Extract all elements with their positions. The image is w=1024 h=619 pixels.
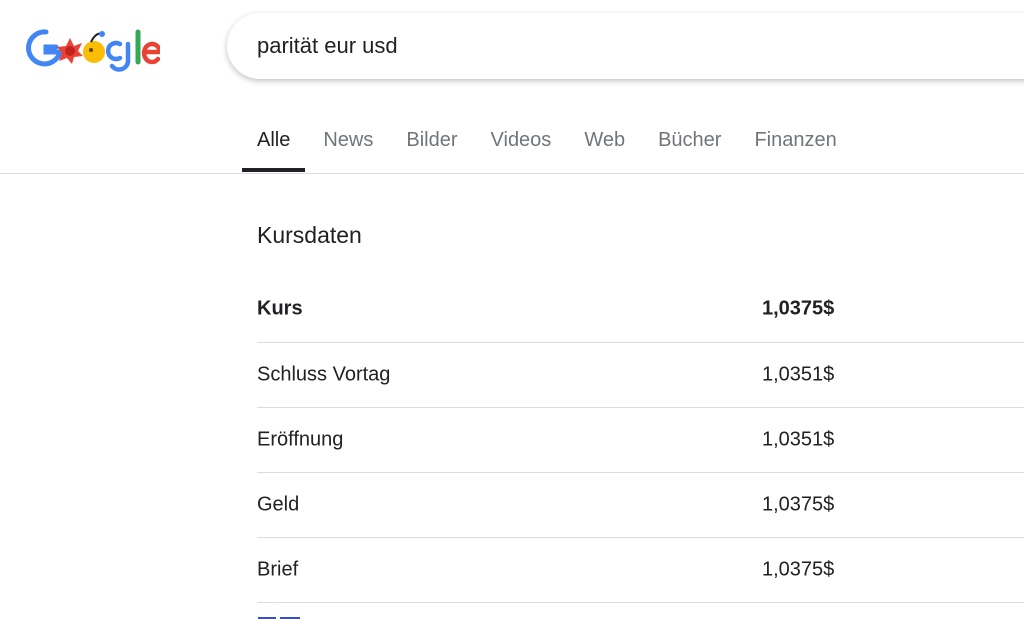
google-doodle-icon bbox=[26, 29, 163, 72]
search-box[interactable] bbox=[227, 13, 1024, 79]
rate-label: Geld bbox=[257, 493, 300, 516]
kursdaten-title: Kursdaten bbox=[257, 222, 362, 248]
tab-bilder[interactable]: Bilder bbox=[391, 112, 472, 172]
rate-label: Schluss Vortag bbox=[257, 363, 391, 386]
source-logo-icon bbox=[258, 612, 302, 619]
rate-value: 1,0351$ bbox=[762, 363, 835, 386]
rate-row-brief: Brief 1,0375$ bbox=[257, 538, 1024, 603]
rate-label: Eröffnung bbox=[257, 428, 344, 451]
rate-row-geld: Geld 1,0375$ bbox=[257, 473, 1024, 538]
rate-row-eroeffnung: Eröffnung 1,0351$ bbox=[257, 408, 1024, 473]
tab-news[interactable]: News bbox=[308, 112, 388, 172]
rate-row-kurs: Kurs 1,0375$ bbox=[257, 275, 1024, 343]
tab-buecher[interactable]: Bücher bbox=[643, 112, 736, 172]
tab-alle[interactable]: Alle bbox=[242, 112, 306, 172]
tabs-divider bbox=[0, 173, 1024, 174]
rate-value: 1,0375$ bbox=[762, 297, 835, 319]
rate-value: 1,0375$ bbox=[762, 558, 835, 581]
google-logo[interactable] bbox=[24, 24, 163, 72]
tab-videos[interactable]: Videos bbox=[476, 112, 567, 172]
rate-value: 1,0375$ bbox=[762, 493, 835, 516]
search-results-page: Alle News Bilder Videos Web Bücher Finan… bbox=[0, 0, 1024, 619]
rate-label: Kurs bbox=[257, 297, 303, 319]
search-input[interactable] bbox=[257, 31, 957, 61]
search-tabs: Alle News Bilder Videos Web Bücher Finan… bbox=[242, 112, 855, 172]
rate-label: Brief bbox=[257, 558, 299, 581]
kursdaten-table: Kurs 1,0375$ Schluss Vortag 1,0351$ Eröf… bbox=[257, 275, 1024, 603]
tab-finanzen[interactable]: Finanzen bbox=[739, 112, 851, 172]
rate-row-schluss-vortag: Schluss Vortag 1,0351$ bbox=[257, 343, 1024, 408]
rate-value: 1,0351$ bbox=[762, 428, 835, 451]
tab-web[interactable]: Web bbox=[569, 112, 640, 172]
